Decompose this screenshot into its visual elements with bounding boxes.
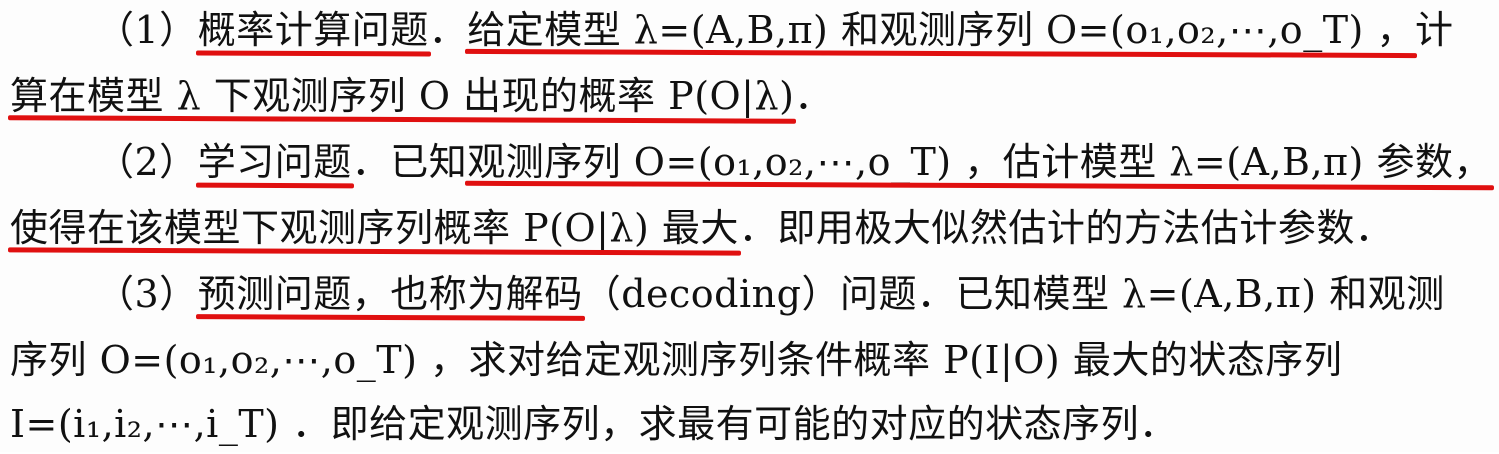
text-fragment: ．已知 xyxy=(351,140,468,184)
text-fragment: 序列 O=(o₁,o₂,⋯,o_T) ，求对给定观测序列条件概率 P(I|O) … xyxy=(10,338,1343,382)
heading-prediction-problem: 预测问题，也称为解码 xyxy=(198,264,583,324)
item-number-1: （1） xyxy=(96,8,198,52)
underlined-given-model-text: 给定模型 λ=(A,B,π) 和观测序列 O=(o₁,o₂,⋯,o_T) ， xyxy=(467,0,1415,60)
line-7: I=(i₁,i₂,⋯,i_T) ．即给定观测序列，求最有可能的对应的状态序列． xyxy=(0,394,1499,454)
underlined-observation-sequence-text: 观测序列 O=(o₁,o₂,⋯,o_T) ，估计模型 λ=(A,B,π) 参数， xyxy=(467,132,1492,192)
line-6: 序列 O=(o₁,o₂,⋯,o_T) ，求对给定观测序列条件概率 P(I|O) … xyxy=(0,330,1499,390)
item-number-2: （2） xyxy=(96,140,198,184)
line-4: 使得在该模型下观测序列概率 P(O|λ) 最大．即用极大似然估计的方法估计参数． xyxy=(0,198,1499,258)
text-fragment: 计 xyxy=(1414,8,1454,52)
underlined-maximize-probability-text: 使得在该模型下观测序列概率 P(O|λ) 最大 xyxy=(10,198,739,258)
text-fragment: ．即用极大似然估计的方法估计参数． xyxy=(738,206,1394,250)
line-2: 算在模型 λ 下观测序列 O 出现的概率 P(O|λ)． xyxy=(0,66,1499,126)
punctuation: ． xyxy=(428,8,468,52)
text-fragment: （decoding）问题．已知模型 λ=(A,B,π) 和观测 xyxy=(582,272,1445,316)
line-1: （1）概率计算问题．给定模型 λ=(A,B,π) 和观测序列 O=(o₁,o₂,… xyxy=(0,0,1499,60)
punctuation: ． xyxy=(794,74,833,118)
underlined-probability-text: 算在模型 λ 下观测序列 O 出现的概率 P(O|λ) xyxy=(10,66,794,126)
heading-learning-problem: 学习问题 xyxy=(198,132,352,192)
document-page: （1）概率计算问题．给定模型 λ=(A,B,π) 和观测序列 O=(o₁,o₂,… xyxy=(0,0,1499,452)
text-fragment: I=(i₁,i₂,⋯,i_T) ．即给定观测序列，求最有可能的对应的状态序列． xyxy=(10,402,1178,446)
line-3: （2）学习问题．已知观测序列 O=(o₁,o₂,⋯,o_T) ，估计模型 λ=(… xyxy=(0,132,1499,192)
item-number-3: （3） xyxy=(96,272,198,316)
heading-probability-calculation: 概率计算问题 xyxy=(198,0,429,60)
line-5: （3）预测问题，也称为解码（decoding）问题．已知模型 λ=(A,B,π)… xyxy=(0,264,1499,324)
